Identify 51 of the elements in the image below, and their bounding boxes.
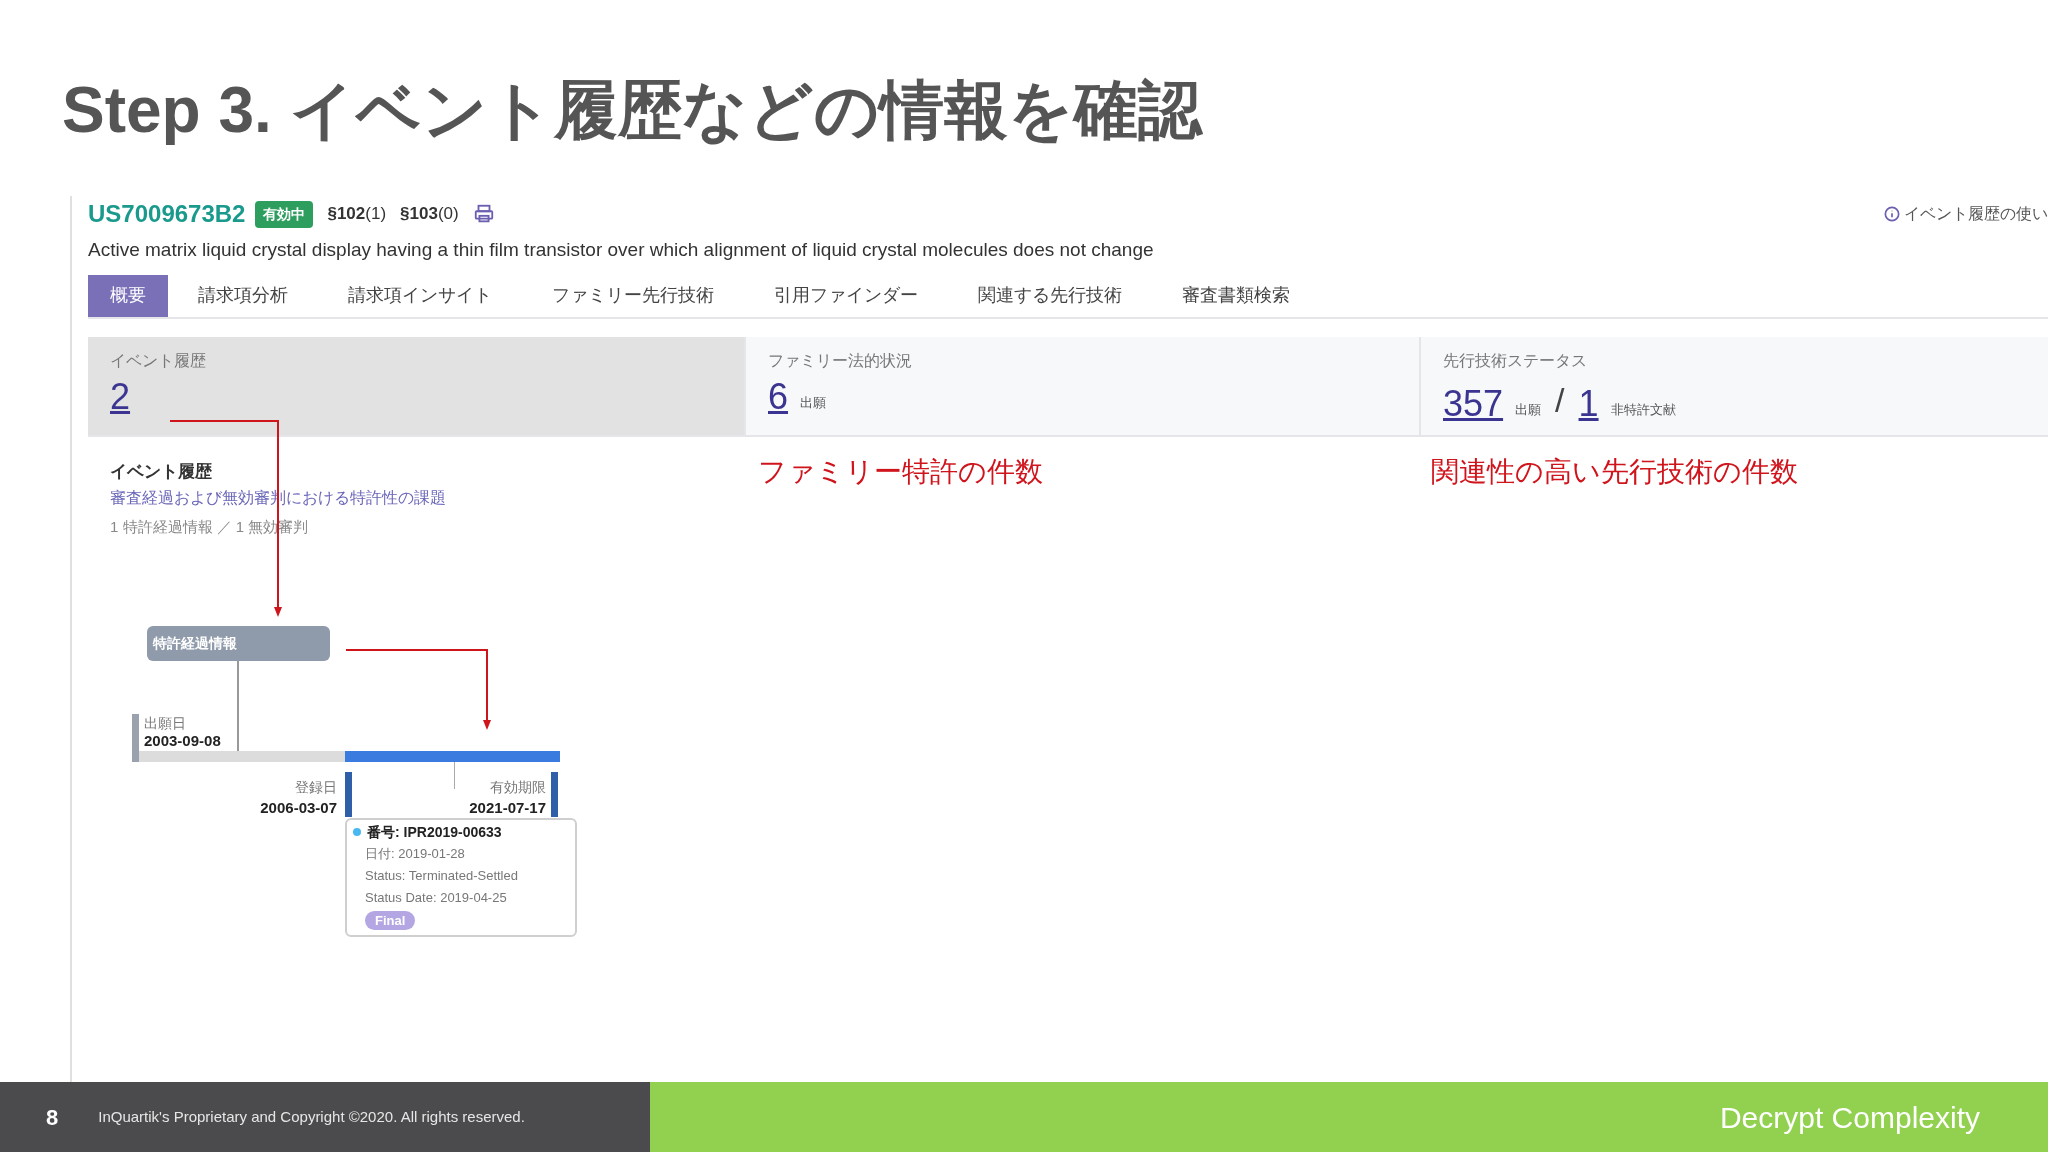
slide-title: Step 3. イベント履歴などの情報を確認 <box>62 73 1202 148</box>
stat-label: ファミリー法的状況 <box>768 350 912 371</box>
event-number: 番号: IPR2019-00633 <box>367 822 502 842</box>
patent-description: Active matrix liquid crystal display having a thin film transistor over which alignment of liquid crystal molecules does not change <box>87 238 1155 262</box>
copyright-text: InQuartik's Proprietary and Copyright ©2020. All rights reserved. <box>98 1106 525 1127</box>
tab[interactable]: 審査書類検索 <box>1152 274 1320 317</box>
tab[interactable]: 請求項インサイト <box>318 274 522 317</box>
patent-number: US7009673B2 <box>88 199 246 229</box>
annotation-text: ファミリー特許の件数 <box>758 455 1043 487</box>
tab[interactable]: 関連する先行技術 <box>948 274 1152 317</box>
section-count[interactable]: §103(0) <box>400 201 459 227</box>
expiry-marker <box>551 771 558 817</box>
stat-label: イベント履歴 <box>110 350 206 371</box>
filing-label: 出願日 <box>144 713 186 733</box>
tick-line <box>454 761 455 789</box>
stat-number[interactable]: 357 <box>1443 381 1504 426</box>
stat-card[interactable]: イベント履歴 2 <box>88 336 744 435</box>
stat-number[interactable]: 6 <box>768 374 789 419</box>
registration-marker <box>345 771 352 817</box>
stat-unit: 出願 <box>1515 401 1542 419</box>
filing-marker <box>132 713 139 762</box>
annotation-text: 関連性の高い先行技術の件数 <box>1431 455 1798 487</box>
stat-number[interactable]: 2 <box>110 374 131 419</box>
slide-tagline: Decrypt Complexity <box>1719 1099 1980 1136</box>
stat-label: 先行技術ステータス <box>1443 350 1587 371</box>
final-badge: Final <box>365 910 416 930</box>
section-count[interactable]: §102(1) <box>327 201 387 227</box>
tab[interactable]: ファミリー先行技術 <box>522 274 744 317</box>
tab[interactable]: 請求項分析 <box>168 274 318 317</box>
filing-date: 2003-09-08 <box>144 731 221 750</box>
event-card[interactable]: 番号: IPR2019-00633 日付: 2019-01-28 Status: Terminated-Settled Status Date: 2019-04-25 Final <box>345 817 577 937</box>
status-badge: 有効中 <box>255 200 314 228</box>
tab[interactable]: 概要 <box>88 274 168 317</box>
expiry-date: 2021-07-17 <box>469 797 546 818</box>
section-heading: イベント履歴 <box>110 460 212 483</box>
info-icon <box>1884 206 1900 222</box>
event-date: 日付: 2019-01-28 <box>365 844 465 863</box>
print-icon[interactable] <box>472 203 495 225</box>
help-link[interactable]: イベント履歴の使い <box>1904 202 2048 226</box>
stat-unit: 非特許文献 <box>1610 401 1676 419</box>
event-status: Status: Terminated-Settled <box>365 866 518 885</box>
registration-date: 2006-03-07 <box>260 797 337 818</box>
stat-unit: 出願 <box>800 394 827 412</box>
registration-label: 登録日 <box>295 777 337 797</box>
expiry-label: 有効期限 <box>490 777 546 797</box>
event-summary: 1 特許経過情報 ／ 1 無効審判 <box>110 517 309 537</box>
separator: / <box>1555 379 1565 421</box>
event-status-date: Status Date: 2019-04-25 <box>365 888 507 907</box>
stat-number[interactable]: 1 <box>1578 381 1599 426</box>
tab[interactable]: 引用ファインダー <box>744 274 948 317</box>
page-number: 8 <box>46 1103 59 1132</box>
